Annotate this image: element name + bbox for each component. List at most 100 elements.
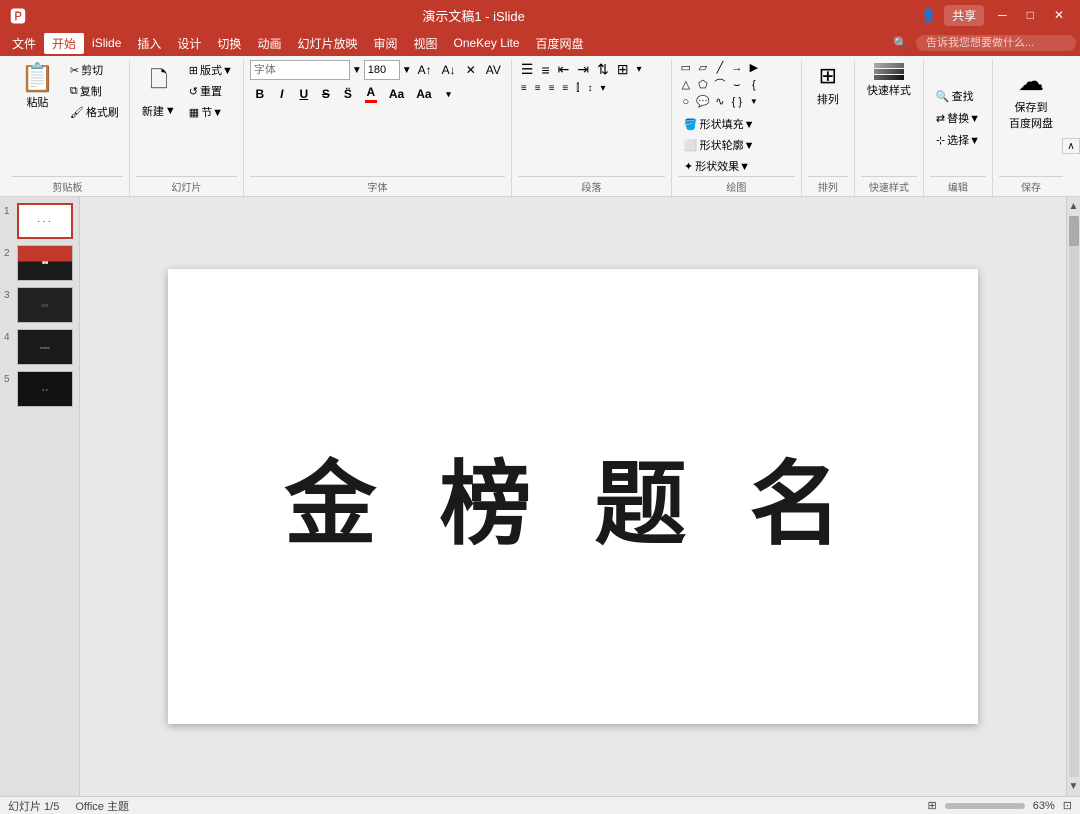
scroll-track[interactable] [1069,216,1079,777]
paste-button[interactable]: 📋 粘贴 [12,60,63,114]
indent-increase-button[interactable]: ⇥ [574,60,592,79]
copy-button[interactable]: ⧉ 复制 [66,81,123,101]
slide-thumb-5[interactable]: 5 ■ ■ [4,371,75,407]
menu-item-islide[interactable]: iSlide [84,34,129,52]
font-name-input[interactable] [250,60,350,80]
maximize-button[interactable]: □ [1021,8,1040,22]
shape-rect[interactable]: ▭ [678,60,694,76]
underline-button[interactable]: U [294,85,314,103]
shape-bracket[interactable]: { [746,77,762,93]
menu-item-review[interactable]: 审阅 [365,33,405,54]
para-settings-button[interactable]: ▾ [634,63,645,76]
char-spacing-button[interactable]: AV [482,62,505,78]
scroll-up-button[interactable]: ▲ [1067,199,1080,214]
new-slide-button[interactable]: 🗋 新建 ▼ [136,60,182,122]
shape-effect-button[interactable]: ✦ 形状效果▼ [678,156,761,176]
section-button[interactable]: ▦ 节▼ [185,102,237,122]
slide-preview-1[interactable]: ··· [17,203,73,239]
shape-custom[interactable]: ∿ [712,94,728,110]
format-painter-button[interactable]: 🖌 格式刷 [66,102,123,122]
slide-thumb-3[interactable]: 3 ≡≡≡ [4,287,75,323]
fit-button[interactable]: ⊞ [928,799,937,812]
save-cloud-button[interactable]: ☁ 保存到 百度网盘 [999,60,1063,137]
line-spacing-button[interactable]: ↕ [584,82,595,95]
arrange-button[interactable]: ⊞ 排列 [808,60,848,110]
slide-thumb-2[interactable]: 2 ■■ [4,245,75,281]
share-button[interactable]: 共享 [944,5,984,26]
slide-preview-3[interactable]: ≡≡≡ [17,287,73,323]
user-icon[interactable]: 👤 [921,8,936,22]
shape-circle[interactable]: ○ [678,94,694,110]
bold-button[interactable]: B [250,85,270,103]
increase-font-button[interactable]: A↑ [414,62,436,78]
font-size-input[interactable] [364,60,400,80]
minimize-button[interactable]: ─ [992,8,1013,22]
font-size-dropdown[interactable]: ▼ [402,65,412,76]
slide-preview-4[interactable]: ■■■■ [17,329,73,365]
ribbon-collapse-button[interactable]: ∧ [1062,138,1080,154]
align-left-button[interactable]: ≡ [518,82,530,95]
find-button[interactable]: 🔍 查找 [930,86,980,106]
shape-brace[interactable]: ⌣ [729,77,745,93]
list-bullet-button[interactable]: ☰ [518,60,537,79]
menu-item-animation[interactable]: 动画 [249,33,289,54]
menu-item-view[interactable]: 视图 [405,33,445,54]
font-name-dropdown[interactable]: ▼ [352,65,362,76]
convert-smartart-button[interactable]: ⊞ [614,60,632,79]
quick-style-button[interactable]: 快速样式 [861,60,917,101]
close-button[interactable]: ✕ [1048,8,1070,22]
replace-button[interactable]: ⇄ 替换▼ [930,108,986,128]
list-number-button[interactable]: ≡ [538,61,552,79]
menu-item-slideshow[interactable]: 幻灯片放映 [289,33,365,54]
shape-eq[interactable]: { } [729,94,745,110]
menu-item-baidupan[interactable]: 百度网盘 [528,33,592,54]
layout-button[interactable]: ⊞ 版式▼ [185,60,237,80]
scroll-down-button[interactable]: ▼ [1067,779,1080,794]
slide-canvas[interactable]: 金 榜 题 名 [168,269,978,724]
justify-button[interactable]: ≡ [559,82,571,95]
menu-item-onekeylite[interactable]: OneKey Lite [446,34,528,52]
text-direction-button[interactable]: ⇅ [594,60,612,79]
shape-fill-button[interactable]: 🪣 形状填充▼ [678,114,761,134]
para-settings2-button[interactable]: ▾ [597,82,608,95]
zoom-fit-button[interactable]: ⊡ [1063,799,1072,812]
cut-button[interactable]: ✂ 剪切 [66,60,123,80]
search-input[interactable] [916,35,1076,51]
font-settings[interactable]: ▾ [439,87,459,102]
slide-thumb-4[interactable]: 4 ■■■■ [4,329,75,365]
italic-button[interactable]: I [272,85,292,103]
slide-thumb-1[interactable]: 1 ··· [4,203,75,239]
slide-preview-2[interactable]: ■■ [17,245,73,281]
shape-line[interactable]: ╱ [712,60,728,76]
shape-more[interactable]: ▶ [746,60,762,76]
align-right-button[interactable]: ≡ [546,82,558,95]
shape-arrow[interactable]: → [729,60,745,76]
shape-rect2[interactable]: ▱ [695,60,711,76]
select-button[interactable]: ⊹ 选择▼ [930,130,986,150]
shape-outline-button[interactable]: ⬜ 形状轮廓▼ [678,135,761,155]
slide-preview-5[interactable]: ■ ■ [17,371,73,407]
slide-main-text[interactable]: 金 榜 题 名 [284,430,861,563]
decrease-font-button[interactable]: A↓ [438,62,460,78]
shape-pentagon[interactable]: ⬠ [695,77,711,93]
shape-triangle[interactable]: △ [678,77,694,93]
align-center-button[interactable]: ≡ [532,82,544,95]
zoom-slider[interactable] [945,803,1025,809]
highlight-button[interactable]: Aa [384,85,409,103]
columns-button[interactable]: ⫿ [573,82,582,95]
menu-item-file[interactable]: 文件 [4,33,44,54]
menu-item-insert[interactable]: 插入 [129,33,169,54]
clear-format-button[interactable]: ✕ [462,62,480,78]
shape-curve[interactable]: ⌒ [712,77,728,93]
vertical-scrollbar[interactable]: ▲ ▼ [1066,197,1080,796]
shape-expand[interactable]: ▼ [746,94,762,110]
shape-callout[interactable]: 💬 [695,94,711,110]
indent-decrease-button[interactable]: ⇤ [555,60,573,79]
strikethrough-button[interactable]: S [316,85,336,103]
shadow-button[interactable]: S̈ [338,85,358,103]
menu-item-design[interactable]: 设计 [169,33,209,54]
scroll-thumb[interactable] [1069,216,1079,246]
menu-item-transition[interactable]: 切换 [209,33,249,54]
font-color-button[interactable]: A [360,83,382,105]
font-size-aa[interactable]: Aa [411,85,436,103]
